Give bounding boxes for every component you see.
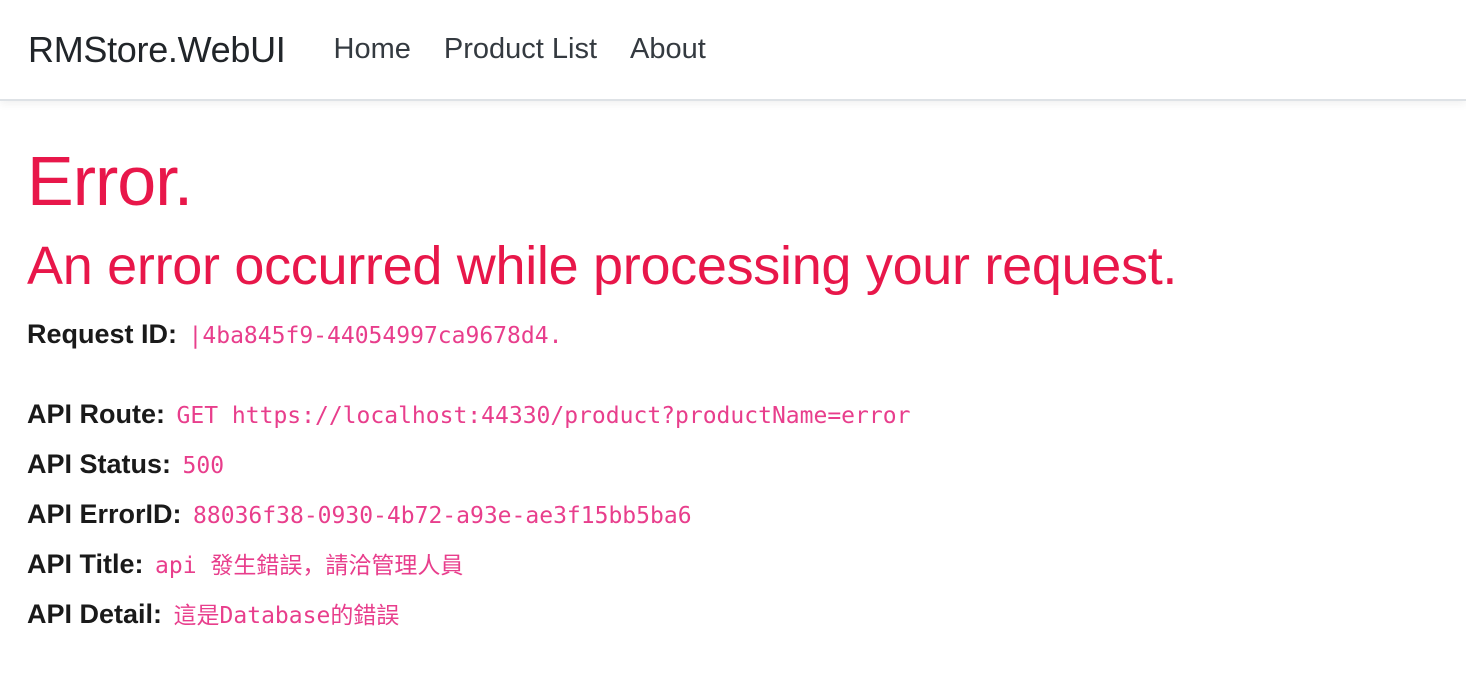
request-id-line: Request ID: |4ba845f9-44054997ca9678d4. <box>27 310 1466 360</box>
api-detail-line: API Detail: 這是Database的錯誤 <box>27 590 1466 640</box>
api-detail-label: API Detail: <box>27 598 163 629</box>
nav-link-home[interactable]: Home <box>334 33 411 65</box>
nav-link-product-list[interactable]: Product List <box>444 33 597 65</box>
brand-link[interactable]: RMStore.WebUI <box>28 29 286 71</box>
request-id-value: |4ba845f9-44054997ca9678d4. <box>188 322 563 349</box>
request-id-label: Request ID: <box>27 318 178 349</box>
nav-list: Home Product List About <box>334 33 739 66</box>
main-content: Error. An error occurred while processin… <box>0 101 1466 640</box>
api-route-value: GET https://localhost:44330/product?prod… <box>176 402 911 429</box>
api-errorid-value: 88036f38-0930-4b72-a93e-ae3f15bb5ba6 <box>193 502 692 529</box>
navbar: RMStore.WebUI Home Product List About <box>0 0 1466 101</box>
error-title: Error. <box>27 142 193 220</box>
nav-link-about[interactable]: About <box>630 33 706 65</box>
api-route-label: API Route: <box>27 398 165 429</box>
api-status-label: API Status: <box>27 448 172 479</box>
api-route-line: API Route: GET https://localhost:44330/p… <box>27 390 1466 440</box>
api-title-label: API Title: <box>27 548 144 579</box>
api-title-line: API Title: api 發生錯誤，請洽管理人員 <box>27 540 1466 590</box>
api-errorid-line: API ErrorID: 88036f38-0930-4b72-a93e-ae3… <box>27 490 1466 540</box>
api-info-block: API Route: GET https://localhost:44330/p… <box>27 390 1466 640</box>
api-title-value: api 發生錯誤，請洽管理人員 <box>155 552 464 579</box>
error-subtitle: An error occurred while processing your … <box>27 235 1178 296</box>
api-status-line: API Status: 500 <box>27 440 1466 490</box>
api-errorid-label: API ErrorID: <box>27 498 182 529</box>
api-status-value: 500 <box>182 452 225 479</box>
api-detail-value: 這是Database的錯誤 <box>173 602 400 629</box>
